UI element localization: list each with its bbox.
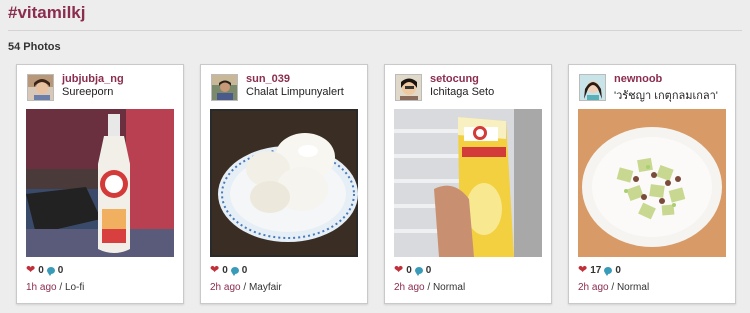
photo-card: setocung Ichitaga Seto ❤ 0 0 2h ago / No… — [384, 64, 552, 304]
engagement-stats: ❤ 0 0 — [394, 264, 431, 276]
photo-card: newnoob 'วรัชญา เกตุกลมเกลา' ❤ 17 0 2h a… — [568, 64, 736, 304]
username-link[interactable]: setocung — [430, 73, 479, 85]
like-count: 0 — [406, 264, 412, 276]
username-link[interactable]: newnoob — [614, 73, 662, 85]
post-meta: 2h ago / Mayfair — [210, 282, 282, 293]
like-count: 0 — [222, 264, 228, 276]
heart-icon[interactable]: ❤ — [26, 264, 35, 276]
user-fullname: 'วรัชญา เกตุกลมเกลา' — [614, 90, 718, 102]
like-count: 17 — [590, 264, 602, 276]
user-fullname: Sureeporn — [62, 86, 114, 98]
hashtag-title[interactable]: #vitamilkj — [8, 3, 86, 23]
filter-name: Normal — [616, 282, 650, 293]
filter-name: Lo-fi — [64, 282, 85, 293]
comment-bubble-icon[interactable] — [414, 266, 423, 276]
username-link[interactable]: sun_039 — [246, 73, 290, 85]
comment-count: 0 — [241, 264, 248, 276]
heart-icon[interactable]: ❤ — [210, 264, 219, 276]
comment-bubble-icon[interactable] — [604, 266, 613, 276]
comment-count: 0 — [57, 264, 64, 276]
post-time-link[interactable]: 2h ago — [394, 282, 425, 293]
filter-name: Mayfair — [248, 282, 282, 293]
user-avatar[interactable] — [211, 74, 238, 101]
user-avatar[interactable] — [579, 74, 606, 101]
post-time-link[interactable]: 1h ago — [26, 282, 57, 293]
photo-count: 54 Photos — [8, 41, 61, 53]
post-time-link[interactable]: 2h ago — [578, 282, 609, 293]
engagement-stats: ❤ 0 0 — [210, 264, 247, 276]
photo-card: sun_039 Chalat Limpunyalert ❤ 0 0 2h ago… — [200, 64, 368, 304]
photo-image[interactable] — [578, 109, 726, 257]
photo-image[interactable] — [26, 109, 174, 257]
comment-count: 0 — [425, 264, 432, 276]
username-link[interactable]: jubjubja_ng — [62, 73, 124, 85]
meta-separator: / — [240, 282, 249, 293]
user-avatar[interactable] — [395, 74, 422, 101]
post-meta: 1h ago / Lo-fi — [26, 282, 84, 293]
meta-separator: / — [608, 282, 617, 293]
user-fullname: Chalat Limpunyalert — [246, 86, 344, 98]
header-divider — [8, 30, 742, 31]
photo-image[interactable] — [394, 109, 542, 257]
photo-card: jubjubja_ng Sureeporn ❤ 0 0 1h ago / Lo-… — [16, 64, 184, 304]
comment-count: 0 — [615, 264, 621, 276]
filter-name: Normal — [432, 282, 466, 293]
engagement-stats: ❤ 17 0 — [578, 264, 621, 276]
user-avatar[interactable] — [27, 74, 54, 101]
engagement-stats: ❤ 0 0 — [26, 264, 63, 276]
photo-image[interactable] — [210, 109, 358, 257]
heart-icon[interactable]: ❤ — [394, 264, 403, 276]
user-fullname: Ichitaga Seto — [430, 86, 495, 98]
meta-separator: / — [424, 282, 433, 293]
like-count: 0 — [38, 264, 44, 276]
post-meta: 2h ago / Normal — [578, 282, 649, 293]
post-meta: 2h ago / Normal — [394, 282, 465, 293]
post-time-link[interactable]: 2h ago — [210, 282, 241, 293]
meta-separator: / — [56, 282, 65, 293]
comment-bubble-icon[interactable] — [46, 266, 55, 276]
heart-icon[interactable]: ❤ — [578, 264, 587, 276]
comment-bubble-icon[interactable] — [230, 266, 239, 276]
